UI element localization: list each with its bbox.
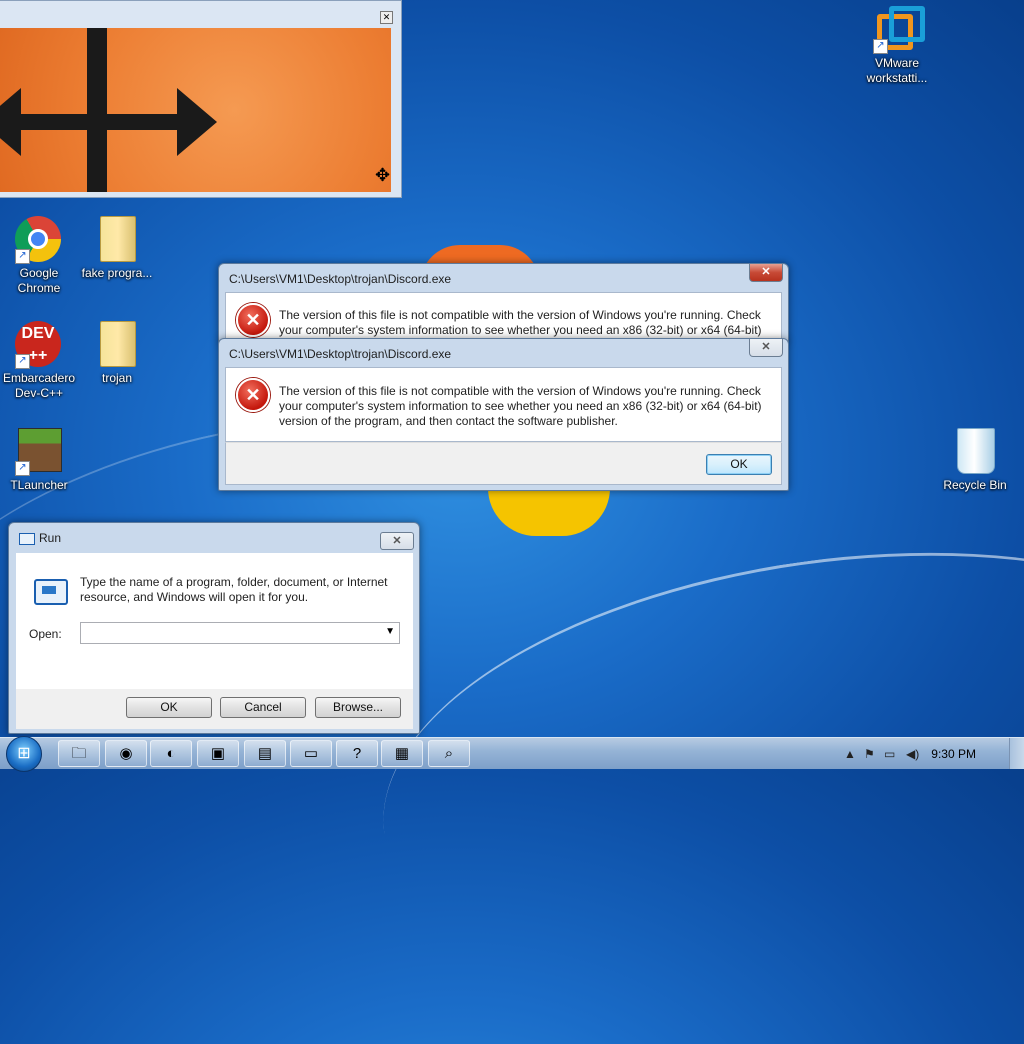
run-description: Type the name of a program, folder, docu… bbox=[80, 575, 388, 589]
desktop-icon-chrome[interactable]: ↗ Google Chrome bbox=[0, 216, 78, 296]
show-hidden-icons-icon[interactable]: ▲ bbox=[844, 747, 856, 761]
desktop-icon-label: Recycle Bin bbox=[943, 478, 1007, 492]
run-description: resource, and Windows will open it for y… bbox=[80, 590, 309, 604]
taskbar: ⊞ 🗀 ◉ ◐ ▣ ▤ ▭ ? ▦ ⌕ ▲ ⚑ ▭ ◀) 9:30 PM bbox=[0, 736, 1024, 772]
recycle-bin-icon bbox=[957, 428, 995, 474]
folder-icon bbox=[93, 321, 141, 369]
desktop-icon-tlauncher[interactable]: ↗ TLauncher bbox=[0, 428, 78, 493]
element: The version of this file is not compatib… bbox=[279, 384, 762, 429]
shortcut-arrow-icon: ↗ bbox=[15, 354, 30, 369]
arrow-right-icon bbox=[177, 88, 217, 156]
magnifier-window[interactable]: ✕ ✥ bbox=[0, 0, 402, 198]
close-button[interactable]: ✕ bbox=[749, 264, 783, 282]
dialog-footer: OK Cancel Browse... bbox=[16, 689, 413, 729]
vmware-icon: ↗ bbox=[873, 6, 925, 54]
error-message-line: your computer's system information to se… bbox=[279, 399, 762, 413]
run-icon bbox=[19, 533, 35, 545]
desktop-icon-devcpp[interactable]: DEV ++ ↗ Embarcadero Dev-C++ bbox=[0, 321, 78, 401]
desktop-icon-trojan[interactable]: trojan bbox=[78, 321, 156, 386]
open-label: Open: bbox=[29, 627, 62, 641]
taskbar-chrome-icon[interactable]: ◉ bbox=[105, 740, 147, 767]
error-dialog[interactable]: C:\Users\VM1\Desktop\trojan\Discord.exe … bbox=[218, 338, 789, 491]
desktop-icon-label: Google Chrome bbox=[17, 266, 61, 295]
taskbar-firefox-icon[interactable]: ◐ bbox=[150, 740, 192, 767]
show-desktop-button[interactable] bbox=[1009, 738, 1024, 769]
ok-button[interactable]: OK bbox=[126, 697, 212, 718]
folder-icon bbox=[100, 321, 136, 367]
desktop-icon-recycle-bin[interactable]: Recycle Bin bbox=[936, 428, 1014, 493]
desktop-icon-label: Embarcadero Dev-C++ bbox=[2, 371, 76, 400]
element: Type the name of a program, folder, docu… bbox=[80, 575, 388, 605]
element: The version of this file is not compatib… bbox=[279, 308, 762, 338]
volume-icon[interactable]: ◀) bbox=[906, 747, 919, 761]
shortcut-arrow-icon: ↗ bbox=[15, 461, 30, 476]
desktop-icon-vmware[interactable]: ↗ VMware workstatti... bbox=[858, 6, 936, 86]
dialog-body: ✕ The version of this file is not compat… bbox=[225, 367, 782, 442]
dialog-body: Type the name of a program, folder, docu… bbox=[16, 553, 413, 689]
browse-button[interactable]: Browse... bbox=[315, 697, 401, 718]
error-dialog-back[interactable]: C:\Users\VM1\Desktop\trojan\Discord.exe … bbox=[218, 263, 789, 344]
clock[interactable]: 9:30 PM bbox=[931, 747, 976, 761]
taskbar-explorer-icon[interactable]: 🗀 bbox=[58, 740, 100, 767]
error-message-line: The version of this file is not compatib… bbox=[279, 384, 761, 398]
error-message-line: version of the program, and then contact… bbox=[279, 414, 618, 428]
desktop-icon-label: trojan bbox=[101, 371, 133, 385]
cancel-button[interactable]: Cancel bbox=[220, 697, 306, 718]
recycle-bin-icon bbox=[951, 428, 999, 476]
taskbar-run-icon[interactable]: ▭ bbox=[290, 740, 332, 767]
run-program-icon bbox=[34, 579, 68, 605]
system-tray: ▲ ⚑ ▭ ◀) 9:30 PM bbox=[834, 738, 1024, 769]
error-message-line: The version of this file is not compatib… bbox=[279, 308, 761, 322]
taskbar-help-icon[interactable]: ? bbox=[336, 740, 378, 767]
dialog-title: C:\Users\VM1\Desktop\trojan\Discord.exe bbox=[229, 347, 452, 361]
close-button[interactable]: ✕ bbox=[749, 339, 783, 357]
desktop-icon-label: TLauncher bbox=[10, 478, 68, 492]
error-icon: ✕ bbox=[236, 378, 270, 412]
move-cursor-icon: ✥ bbox=[375, 165, 391, 185]
shortcut-arrow-icon: ↗ bbox=[873, 39, 888, 54]
open-combobox[interactable]: ▼ bbox=[80, 622, 400, 644]
taskbar-magnifier-icon[interactable]: ⌕ bbox=[428, 740, 470, 767]
devcpp-icon: DEV ++ ↗ bbox=[15, 321, 63, 369]
network-icon[interactable]: ▭ bbox=[884, 747, 895, 761]
ok-button[interactable]: OK bbox=[706, 454, 772, 475]
magnifier-view bbox=[0, 28, 391, 192]
action-center-icon[interactable]: ⚑ bbox=[864, 747, 875, 761]
folder-icon bbox=[93, 216, 141, 264]
taskbar-vmware-icon[interactable]: ▣ bbox=[197, 740, 239, 767]
minecraft-icon: ↗ bbox=[15, 428, 63, 476]
element bbox=[889, 6, 925, 42]
move-cursor-magnified bbox=[0, 114, 199, 130]
dialog-title: C:\Users\VM1\Desktop\trojan\Discord.exe bbox=[229, 272, 452, 286]
taskbar-notepad-icon[interactable]: ▤ bbox=[244, 740, 286, 767]
error-icon: ✕ bbox=[236, 303, 270, 337]
error-message-line: your computer's system information to se… bbox=[279, 323, 762, 337]
folder-icon bbox=[100, 216, 136, 262]
desktop-icon-label: VMware workstatti... bbox=[866, 56, 928, 85]
close-button[interactable]: ✕ bbox=[380, 532, 414, 550]
arrow-left-icon bbox=[0, 88, 21, 156]
move-cursor-magnified bbox=[87, 28, 107, 192]
start-button[interactable]: ⊞ bbox=[6, 736, 42, 772]
dialog-title: Run bbox=[39, 531, 62, 545]
chevron-down-icon[interactable]: ▼ bbox=[385, 626, 395, 637]
shortcut-arrow-icon: ↗ bbox=[15, 249, 30, 264]
dialog-body: ✕ The version of this file is not compat… bbox=[225, 292, 782, 344]
desktop-icon-fake-program[interactable]: fake progra... bbox=[78, 216, 156, 281]
desktop-icon-label: fake progra... bbox=[81, 266, 153, 280]
run-dialog[interactable]: Run ✕ Type the name of a program, folder… bbox=[8, 522, 420, 734]
taskbar-control-panel-icon[interactable]: ▦ bbox=[381, 740, 423, 767]
close-icon[interactable]: ✕ bbox=[380, 11, 393, 24]
chrome-icon: ↗ bbox=[15, 216, 63, 264]
dialog-footer: OK bbox=[225, 442, 782, 485]
